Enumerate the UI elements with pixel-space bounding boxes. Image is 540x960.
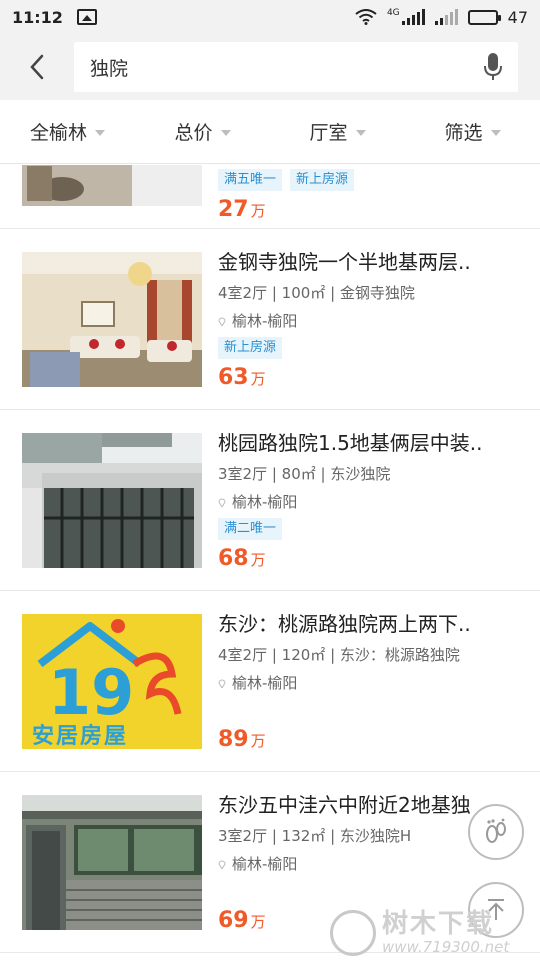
listing-price: 89 万 xyxy=(218,727,266,752)
listing-price: 27 万 xyxy=(218,197,266,222)
filter-more[interactable]: 筛选 xyxy=(405,100,540,163)
caret-down-icon xyxy=(490,129,501,136)
listing-tag: 满二唯一 xyxy=(218,518,283,540)
wifi-icon xyxy=(355,9,377,25)
listing-item[interactable]: 桃园路独院1.5地基俩层中装.. 3室2厅 | 80㎡ | 东沙独院 榆林-榆阳… xyxy=(0,410,540,591)
battery-level: 47 xyxy=(507,7,528,27)
filter-region[interactable]: 全榆林 xyxy=(0,100,135,163)
caret-down-icon xyxy=(355,129,366,136)
listing-item[interactable]: 满五唯一 新上房源 27 万 xyxy=(0,165,540,229)
listing-title: 金钢寺独院一个半地基两层.. xyxy=(218,250,471,274)
footprint-icon xyxy=(486,818,506,843)
listing-title: 桃园路独院1.5地基俩层中装.. xyxy=(218,431,483,455)
sign-text: 安居房屋 xyxy=(32,724,129,749)
status-bar: 11:12 4G 47 xyxy=(0,0,540,34)
back-button[interactable] xyxy=(0,34,74,100)
listing-tags: 满五唯一 新上房源 xyxy=(218,169,514,191)
listing-item[interactable]: 19 安居房屋 东沙：桃源路独院两上两下.. 4室2厅 | 120㎡ | 东沙：… xyxy=(0,591,540,772)
listing-title: 东沙五中洼六中附近2地基独 xyxy=(218,793,471,817)
signal-2-icon xyxy=(434,9,458,25)
listing-location: 榆林-榆阳 xyxy=(218,492,514,512)
status-icons: 4G 47 xyxy=(355,8,528,27)
listing-meta: 4室2厅 | 120㎡ | 东沙：桃源路独院 xyxy=(218,646,460,664)
listing-thumbnail xyxy=(22,165,202,206)
location-pin-icon xyxy=(218,498,226,507)
listing-meta: 3室2厅 | 80㎡ | 东沙独院 xyxy=(218,465,391,483)
filter-label: 厅室 xyxy=(309,122,348,144)
battery-icon xyxy=(467,9,501,25)
listing-meta: 4室2厅 | 100㎡ | 金钢寺独院 xyxy=(218,284,415,302)
listing-location: 榆林-榆阳 xyxy=(218,311,514,331)
caret-down-icon xyxy=(220,129,231,136)
listing-tags: 满二唯一 xyxy=(218,518,514,540)
location-pin-icon xyxy=(218,679,226,688)
listing-location: 榆林-榆阳 xyxy=(218,673,514,693)
back-arrow-icon xyxy=(30,54,44,80)
search-header: 独院 xyxy=(0,34,540,100)
microphone-icon xyxy=(484,53,502,80)
caret-down-icon xyxy=(95,129,105,136)
listing-tag: 新上房源 xyxy=(218,337,283,359)
watermark: 树木下载 www.719300.net xyxy=(330,905,540,960)
browse-history-button[interactable] xyxy=(468,804,524,860)
watermark-text: 树木下载 xyxy=(382,908,495,939)
search-input[interactable]: 独院 xyxy=(74,42,518,92)
search-query[interactable]: 独院 xyxy=(90,54,480,81)
listing-price: 68 万 xyxy=(218,546,266,571)
status-time: 11:12 xyxy=(12,7,63,27)
listing-tags: 新上房源 xyxy=(218,337,514,359)
watermark-logo xyxy=(330,909,376,956)
listing-thumbnail: 19 安居房屋 xyxy=(22,614,202,749)
listing-tag: 新上房源 xyxy=(290,169,355,191)
listing-thumbnail xyxy=(22,252,202,387)
listing-list[interactable]: 满五唯一 新上房源 27 万 金钢寺独院一个半地基两层.. 4室2厅 | 100… xyxy=(0,165,540,960)
filter-label: 总价 xyxy=(174,122,213,144)
listing-thumbnail xyxy=(22,795,202,930)
network-type-label: 4G xyxy=(386,8,400,18)
listing-title: 东沙：桃源路独院两上两下.. xyxy=(218,612,471,636)
image-notification-icon xyxy=(76,9,97,25)
watermark-url: www.719300.net xyxy=(382,937,510,956)
listing-tag: 满五唯一 xyxy=(218,169,283,191)
filter-layout[interactable]: 厅室 xyxy=(270,100,405,163)
filter-bar: 全榆林 总价 厅室 筛选 xyxy=(0,100,540,164)
listing-price: 63 万 xyxy=(218,365,266,390)
voice-search-button[interactable] xyxy=(480,51,506,83)
listing-location: 榆林-榆阳 xyxy=(218,854,514,874)
signal-1-icon xyxy=(401,9,425,25)
filter-price[interactable]: 总价 xyxy=(135,100,270,163)
listing-thumbnail xyxy=(22,433,202,568)
filter-label: 筛选 xyxy=(444,122,483,144)
filter-label: 全榆林 xyxy=(29,122,87,144)
location-pin-icon xyxy=(218,317,226,326)
listing-item[interactable]: 金钢寺独院一个半地基两层.. 4室2厅 | 100㎡ | 金钢寺独院 榆林-榆阳… xyxy=(0,229,540,410)
location-pin-icon xyxy=(218,860,226,869)
